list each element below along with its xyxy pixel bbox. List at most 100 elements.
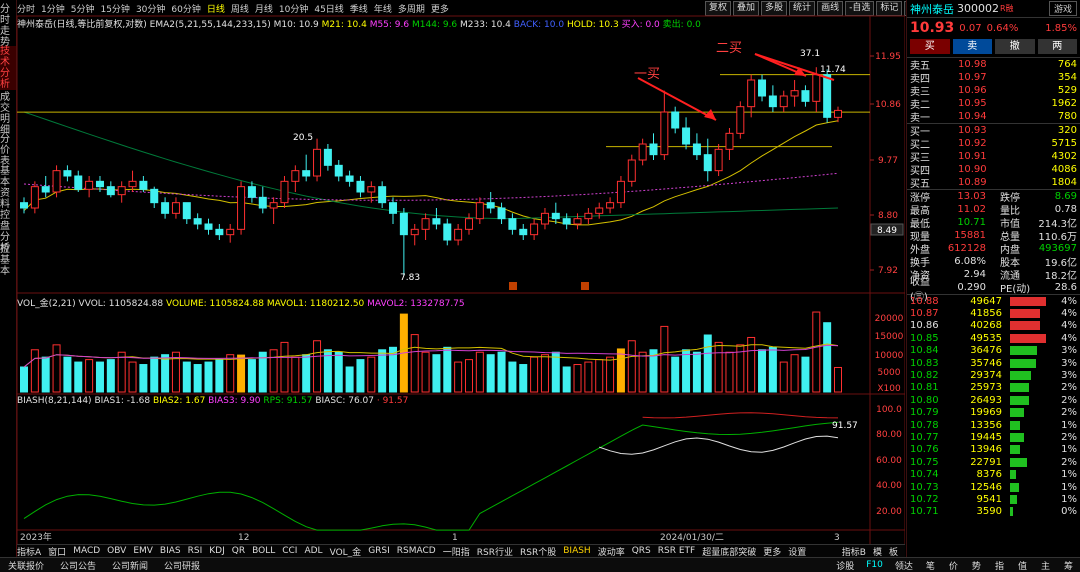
indicator-tab-3[interactable]: OBV — [107, 546, 126, 556]
indicator-tab-20[interactable]: QRS — [632, 546, 651, 556]
volume-bar — [768, 346, 777, 393]
indicator-tab-12[interactable]: VOL_金 — [330, 545, 362, 558]
indicator-tab-5[interactable]: BIAS — [160, 546, 181, 556]
dist-row: 10.84 36476 3% — [907, 345, 1080, 357]
dist-row: 10.86 40268 4% — [907, 320, 1080, 332]
status-tail-4[interactable]: 值 — [1018, 559, 1027, 572]
bias-red-line — [642, 412, 839, 419]
volume-bar — [454, 361, 463, 393]
buy-button[interactable]: 买 — [910, 39, 950, 54]
stat-row: 收益(㊂) 0.290 PE(动) 28.6 — [907, 277, 1080, 303]
volume-bar — [595, 359, 604, 393]
indicator-tab-23[interactable]: 更多 — [763, 545, 781, 558]
volume-bar — [606, 356, 615, 393]
volume-bar — [193, 364, 202, 393]
status-tail-5[interactable]: 主 — [1041, 559, 1050, 572]
dist-volume: 13356 — [970, 419, 1002, 431]
sell-button[interactable]: 卖 — [952, 39, 992, 54]
volume-bar — [562, 366, 571, 393]
indicator-tab-13[interactable]: GRSI — [368, 546, 390, 556]
status-link-3[interactable]: 公司研报 — [164, 559, 200, 572]
cancel-order-button[interactable]: 撤 — [995, 39, 1035, 54]
kline-chart[interactable]: 11.9510.869.778.807.928.4920000150001000… — [0, 0, 905, 560]
dist-volume: 29374 — [970, 370, 1002, 382]
bias-tick: 20.00 — [876, 507, 902, 517]
both-button[interactable]: 两 — [1037, 39, 1077, 54]
candle-body — [410, 228, 419, 236]
candle-body — [171, 202, 180, 214]
candle-body — [736, 106, 745, 134]
status-link-0[interactable]: 关联报价 — [8, 559, 44, 572]
volume-bar — [725, 351, 734, 393]
status-link-2[interactable]: 公司新闻 — [112, 559, 148, 572]
indicator-tab-15[interactable]: 一阳指 — [443, 545, 470, 558]
dist-row: 10.76 13946 1% — [907, 444, 1080, 456]
sector-change-pct: 1.85% — [1045, 22, 1077, 34]
volume-bar — [41, 356, 50, 393]
indicator-tab-11[interactable]: ADL — [304, 546, 322, 556]
indicator-b-tab-0[interactable]: 指标B — [842, 545, 866, 558]
indicator-tab-17[interactable]: RSR个股 — [520, 545, 556, 558]
dist-volume: 13946 — [970, 444, 1002, 456]
status-tail-1[interactable]: 价 — [949, 559, 958, 572]
bias-tick: 100.0 — [876, 405, 902, 415]
bid-qty: 1804 — [1051, 177, 1077, 188]
indicator-tab-18[interactable]: BIASH — [563, 546, 590, 556]
sector-button[interactable]: 游戏 — [1048, 1, 1077, 16]
candle-body — [660, 111, 669, 156]
dist-price: 10.76 — [910, 444, 939, 456]
candle-body — [74, 175, 83, 190]
indicator-tab-4[interactable]: EMV — [133, 546, 153, 556]
status-link-1[interactable]: 公司公告 — [60, 559, 96, 572]
volume-bar — [291, 356, 300, 393]
volume-bar — [530, 356, 539, 393]
candle-body — [595, 207, 604, 214]
bias-green-line — [23, 421, 839, 531]
candle-body — [30, 186, 39, 209]
price-change-pct: 0.64% — [986, 22, 1019, 34]
signal-marker-2 — [581, 282, 589, 290]
indicator-tab-21[interactable]: RSR ETF — [658, 546, 695, 556]
dist-row: 10.82 29374 3% — [907, 369, 1080, 381]
status-tail-6[interactable]: 筹 — [1064, 559, 1073, 572]
indicator-tab-16[interactable]: RSR行业 — [477, 545, 513, 558]
indicator-tab-14[interactable]: RSMACD — [397, 546, 436, 556]
ask-qty: 764 — [1057, 59, 1077, 70]
dist-bar — [1010, 346, 1037, 356]
mark-label: 20.5 — [293, 133, 313, 143]
indicator-tab-2[interactable]: MACD — [73, 546, 100, 556]
status-tail-0[interactable]: 笔 — [926, 559, 935, 572]
indicator-b-tab-2[interactable]: 板 — [889, 545, 898, 558]
indicator-tab-8[interactable]: QR — [232, 546, 245, 556]
dist-row: 10.88 49647 4% — [907, 295, 1080, 307]
ask-row[interactable]: 卖一 10.94 780 — [907, 110, 1080, 124]
indicator-tab-0[interactable]: 指标A — [17, 545, 41, 558]
volume-bar — [269, 349, 278, 393]
indicator-tab-9[interactable]: BOLL — [252, 546, 275, 556]
indicator-b-tab-1[interactable]: 模 — [873, 545, 882, 558]
bid-row[interactable]: 买五 10.89 1804 — [907, 176, 1080, 190]
indicator-tab-22[interactable]: 超量底部突破 — [702, 545, 756, 558]
indicator-tab-6[interactable]: RSI — [188, 546, 203, 556]
indicator-tab-10[interactable]: CCI — [282, 546, 297, 556]
indicator-tab-bar: 指标A 窗口 MACD OBV EMV BIAS RSI KDJ QR BOLL CCI ADL VOL… — [17, 544, 905, 558]
signal-marker-1 — [509, 282, 517, 290]
status-tail-2[interactable]: 势 — [972, 559, 981, 572]
indicator-tab-24[interactable]: 设置 — [788, 545, 806, 558]
candle-body — [302, 170, 311, 177]
candle-body — [714, 148, 723, 172]
dist-row: 10.71 3590 0% — [907, 506, 1080, 518]
volume-bar — [20, 366, 28, 393]
candle-body — [280, 180, 289, 204]
status-right-0[interactable]: 诊股 — [836, 559, 854, 572]
status-tail-3[interactable]: 指 — [995, 559, 1004, 572]
status-right-1[interactable]: F10 — [866, 560, 883, 570]
status-right-2[interactable]: 领达 — [895, 559, 913, 572]
candle-body — [356, 180, 365, 193]
indicator-tab-1[interactable]: 窗口 — [48, 545, 66, 558]
dist-volume: 36476 — [970, 345, 1002, 357]
candle-body — [128, 180, 137, 188]
volume-bar — [660, 325, 669, 393]
indicator-tab-19[interactable]: 波动率 — [598, 545, 625, 558]
indicator-tab-7[interactable]: KDJ — [209, 546, 225, 556]
